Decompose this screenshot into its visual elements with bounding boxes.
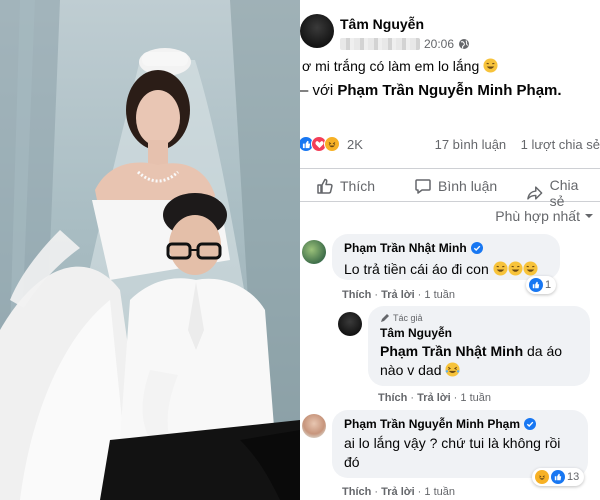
post-author-name[interactable]: Tâm Nguyễn: [340, 16, 424, 32]
commenter-avatar[interactable]: [302, 414, 326, 438]
blurred-text: [340, 38, 420, 50]
like-react-icon: [529, 278, 543, 292]
reaction-count[interactable]: 2K: [347, 137, 363, 152]
post-tag-prefix: – với: [300, 82, 334, 99]
comment-reply-link[interactable]: Trả lời: [381, 486, 415, 498]
comment-time[interactable]: 1 tuần: [460, 392, 491, 404]
comment-reply-link[interactable]: Trả lời: [381, 289, 415, 301]
comment-item: Phạm Trần Nhật Minh Lo trả tiền cái áo đ…: [300, 234, 600, 304]
like-icon: [317, 178, 333, 194]
comment-button[interactable]: Bình luận: [410, 177, 501, 195]
comment-like-link[interactable]: Thích: [342, 486, 371, 498]
laugh-emoji-icon: [508, 261, 523, 276]
comment-bubble: Tác giả Tâm Nguyễn Phạm Trần Nhật Minh d…: [368, 306, 590, 386]
comment-time[interactable]: 1 tuần: [424, 289, 455, 301]
comment-item: Phạm Trần Nguyễn Minh Phạm ai lo lắng vậ…: [300, 410, 600, 500]
commenter-name-row: Tâm Nguyễn: [380, 326, 578, 340]
comment-sort-dropdown[interactable]: Phù hợp nhất: [495, 208, 594, 224]
laugh-emoji-icon: [523, 261, 538, 276]
comment-like-link[interactable]: Thích: [342, 289, 371, 301]
tagged-person-link[interactable]: Phạm Trần Nguyễn Minh Phạm.: [337, 82, 561, 99]
comment-actions: Thích · Trả lời · 1 tuần: [342, 289, 455, 301]
post-meta: 20:06: [340, 36, 470, 52]
comment-reactions[interactable]: 13: [532, 468, 585, 486]
post-timestamp[interactable]: 20:06: [424, 37, 454, 51]
post-text-content: ơ mi trắng có làm em lo lắng: [302, 58, 480, 74]
post-header: Tâm Nguyễn 20:06: [300, 6, 600, 56]
comment-reaction-count: 13: [567, 471, 580, 483]
facebook-post-panel: Tâm Nguyễn 20:06 ơ mi trắng có làm em lo…: [300, 0, 600, 500]
rofl-emoji-icon: [445, 362, 460, 377]
comments-count-link[interactable]: 17 bình luận: [435, 137, 507, 152]
verified-icon: [524, 418, 537, 430]
caret-down-icon: [585, 214, 593, 218]
share-icon: [527, 186, 543, 200]
comment-sort-label: Phù hợp nhất: [495, 208, 580, 224]
comment-reply-link[interactable]: Trả lời: [417, 392, 451, 404]
globe-icon: [459, 39, 470, 49]
post-text: ơ mi trắng có làm em lo lắng: [302, 58, 498, 74]
comment-like-link[interactable]: Thích: [378, 392, 407, 404]
wedding-photo: [0, 0, 300, 500]
comment-reaction-count: 1: [545, 279, 552, 291]
mention-link[interactable]: Phạm Trần Nhật Minh: [380, 343, 523, 359]
comment-reactions[interactable]: 1: [526, 276, 557, 294]
like-button-label: Thích: [340, 178, 376, 194]
laugh-emoji-icon: [483, 58, 498, 73]
comment-text: Lo trả tiền cái áo đi con: [344, 260, 548, 279]
haha-react-icon: [535, 470, 549, 484]
commenter-name-row: Phạm Trần Nhật Minh: [344, 241, 548, 255]
comment-text: ai lo lắng vậy ? chứ tui là không rồi đó: [344, 434, 576, 472]
haha-react-icon: [324, 136, 340, 152]
commenter-avatar[interactable]: [302, 240, 326, 264]
comment-button-label: Bình luận: [438, 178, 498, 194]
comment-actions: Thích · Trả lời · 1 tuần: [378, 392, 491, 404]
comment-item: Tác giả Tâm Nguyễn Phạm Trần Nhật Minh d…: [300, 306, 600, 406]
comment-text-line-1: ai lo lắng vậy ? chứ tui là không rồi: [344, 435, 561, 451]
comment-actions: Thích · Trả lời · 1 tuần: [342, 486, 455, 498]
comment-icon: [415, 179, 431, 194]
author-badge: Tác giả: [380, 313, 578, 323]
comment-text: Phạm Trần Nhật Minh da áo nào v dad: [380, 342, 578, 380]
author-avatar[interactable]: [300, 14, 334, 48]
post-tag-line: – với Phạm Trần Nguyễn Minh Phạm.: [300, 82, 562, 99]
like-react-icon: [551, 470, 565, 484]
like-button[interactable]: Thích: [312, 177, 379, 195]
pen-icon: [381, 314, 389, 322]
author-badge-label: Tác giả: [393, 313, 423, 323]
commenter-name[interactable]: Phạm Trần Nhật Minh: [344, 241, 467, 255]
commenter-name[interactable]: Phạm Trần Nguyễn Minh Phạm: [344, 417, 520, 431]
reactions-summary: 2K 17 bình luận 1 lượt chia sẻ: [300, 132, 600, 156]
wedding-photo-illustration: [0, 0, 300, 500]
verified-icon: [470, 242, 483, 254]
commenter-name[interactable]: Tâm Nguyễn: [380, 326, 452, 340]
comment-time[interactable]: 1 tuần: [424, 486, 455, 498]
reaction-icons[interactable]: [300, 136, 340, 152]
share-button-label: Chia sẻ: [549, 177, 579, 209]
share-button[interactable]: Chia sẻ: [522, 177, 600, 209]
comment-bubble: Phạm Trần Nhật Minh Lo trả tiền cái áo đ…: [332, 234, 560, 280]
post-action-bar: Thích Bình luận Chia sẻ: [300, 168, 600, 209]
shares-count-link[interactable]: 1 lượt chia sẻ: [521, 137, 600, 152]
commenter-avatar[interactable]: [338, 312, 362, 336]
post-stats: 17 bình luận 1 lượt chia sẻ: [435, 137, 600, 152]
commenter-name-row: Phạm Trần Nguyễn Minh Phạm: [344, 417, 576, 431]
comment-text-content: Lo trả tiền cái áo đi con: [344, 261, 489, 277]
laugh-emoji-icon: [493, 261, 508, 276]
